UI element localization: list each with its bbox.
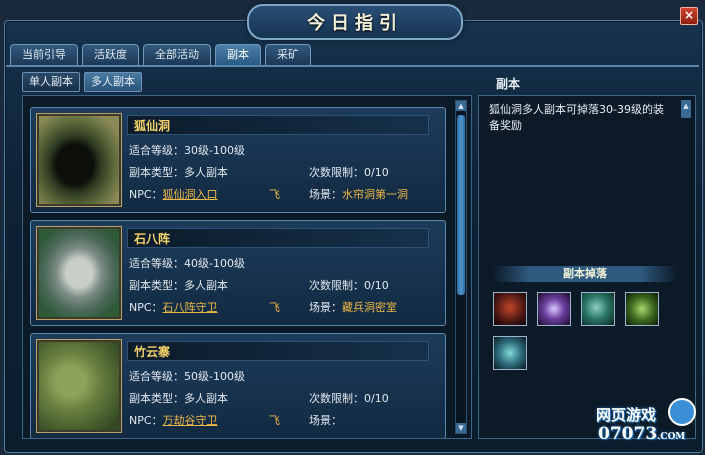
type-row: 副本类型：多人副本 — [129, 390, 228, 406]
limit-value: 0/10 — [364, 166, 389, 179]
npc-row: NPC：万劫谷守卫 — [129, 412, 218, 428]
level-label: 适合等级： — [129, 370, 184, 383]
scene-row: 场景：藏兵洞密室 — [309, 299, 397, 315]
detail-description: 狐仙洞多人副本可掉落30-39级的装备奖励 — [489, 103, 664, 132]
list-scrollbar[interactable]: ▲ ▼ — [455, 100, 467, 434]
level-label: 适合等级： — [129, 257, 184, 270]
scroll-thumb[interactable] — [457, 115, 465, 295]
dungeon-name-bar: 狐仙洞 — [127, 115, 429, 135]
watermark-line1: 网页游戏 — [596, 406, 657, 424]
level-row: 适合等级：30级-100级 — [129, 142, 245, 158]
limit-label: 次数限制： — [309, 279, 364, 292]
window-title-plate: 今日指引 — [247, 4, 463, 40]
npc-link[interactable]: 万劫谷守卫 — [163, 414, 218, 427]
limit-row: 次数限制：0/10 — [309, 164, 389, 180]
main-tabs: 当前引导 活跃度 全部活动 副本 采矿 — [10, 44, 311, 65]
dungeon-name-bar: 竹云寨 — [127, 341, 429, 361]
fly-button[interactable]: 飞 — [269, 299, 280, 315]
fly-button[interactable]: 飞 — [269, 186, 280, 202]
shoulder-item-icon[interactable] — [581, 292, 615, 326]
mascot-icon — [668, 398, 696, 426]
watermark-number: 07073 — [598, 424, 658, 444]
scroll-up-arrow-icon[interactable]: ▲ — [456, 101, 466, 111]
type-row: 副本类型：多人副本 — [129, 164, 228, 180]
dungeon-thumbnail — [36, 226, 122, 320]
watermark-suffix: .COM — [657, 432, 686, 442]
limit-label: 次数限制： — [309, 392, 364, 405]
npc-row: NPC：狐仙洞入口 — [129, 186, 218, 202]
scene-value: 藏兵洞密室 — [342, 301, 397, 314]
dungeon-card[interactable]: 竹云寨 适合等级：50级-100级 副本类型：多人副本 次数限制：0/10 NP… — [30, 333, 446, 438]
detail-panel: 狐仙洞多人副本可掉落30-39级的装备奖励 ▲ 副本掉落 — [478, 95, 696, 439]
npc-row: NPC：石八阵守卫 — [129, 299, 218, 315]
level-value: 30级-100级 — [184, 144, 245, 157]
dungeon-card[interactable]: 石八阵 适合等级：40级-100级 副本类型：多人副本 次数限制：0/10 NP… — [30, 220, 446, 326]
bracer-item-icon[interactable] — [625, 292, 659, 326]
tab-all-events[interactable]: 全部活动 — [143, 44, 211, 65]
type-value: 多人副本 — [184, 392, 228, 405]
dungeon-thumbnail — [36, 113, 122, 207]
armor-item-icon[interactable] — [493, 292, 527, 326]
limit-row: 次数限制：0/10 — [309, 277, 389, 293]
tab-current-guide[interactable]: 当前引导 — [10, 44, 78, 65]
limit-row: 次数限制：0/10 — [309, 390, 389, 406]
detail-scroll-up-icon[interactable]: ▲ — [681, 100, 691, 118]
dungeon-name: 竹云寨 — [134, 345, 171, 359]
type-label: 副本类型： — [129, 279, 184, 292]
npc-label: NPC： — [129, 301, 163, 314]
fly-button[interactable]: 飞 — [269, 412, 280, 428]
drops-title: 副本掉落 — [493, 266, 677, 282]
dungeon-list[interactable]: 狐仙洞 适合等级：30级-100级 副本类型：多人副本 次数限制：0/10 NP… — [22, 95, 472, 439]
npc-link[interactable]: 狐仙洞入口 — [163, 188, 218, 201]
level-label: 适合等级： — [129, 144, 184, 157]
scene-row: 场景： — [309, 412, 342, 428]
npc-label: NPC： — [129, 188, 163, 201]
watermark-line2: 07073.COM — [598, 424, 685, 444]
tab-activity[interactable]: 活跃度 — [82, 44, 139, 65]
level-row: 适合等级：40级-100级 — [129, 255, 245, 271]
subtab-party-dungeon[interactable]: 多人副本 — [84, 72, 142, 92]
staff-item-icon[interactable] — [537, 292, 571, 326]
scene-label: 场景： — [309, 301, 342, 314]
type-label: 副本类型： — [129, 166, 184, 179]
dungeon-name: 狐仙洞 — [134, 119, 171, 133]
window-title: 今日指引 — [307, 13, 403, 34]
subtab-solo-dungeon[interactable]: 单人副本 — [22, 72, 80, 92]
scene-row: 场景：水帘洞第一洞 — [309, 186, 408, 202]
limit-label: 次数限制： — [309, 166, 364, 179]
limit-value: 0/10 — [364, 392, 389, 405]
level-value: 50级-100级 — [184, 370, 245, 383]
scene-label: 场景： — [309, 414, 342, 427]
detail-title: 副本 — [496, 77, 521, 91]
dungeon-card[interactable]: 狐仙洞 适合等级：30级-100级 副本类型：多人副本 次数限制：0/10 NP… — [30, 107, 446, 213]
dungeon-name-bar: 石八阵 — [127, 228, 429, 248]
scroll-down-arrow-icon[interactable]: ▼ — [456, 423, 466, 433]
limit-value: 0/10 — [364, 279, 389, 292]
dungeon-subtabs: 单人副本 多人副本 — [22, 72, 142, 92]
level-row: 适合等级：50级-100级 — [129, 368, 245, 384]
close-button[interactable]: × — [680, 7, 698, 25]
tab-dungeon[interactable]: 副本 — [215, 44, 261, 65]
scene-label: 场景： — [309, 188, 342, 201]
type-row: 副本类型：多人副本 — [129, 277, 228, 293]
dungeon-thumbnail — [36, 339, 122, 433]
boots-item-icon[interactable] — [493, 336, 527, 370]
site-watermark-logo: 网页游戏 07073.COM — [596, 398, 702, 450]
npc-link[interactable]: 石八阵守卫 — [163, 301, 218, 314]
type-label: 副本类型： — [129, 392, 184, 405]
type-value: 多人副本 — [184, 279, 228, 292]
scene-value: 水帘洞第一洞 — [342, 188, 408, 201]
level-value: 40级-100级 — [184, 257, 245, 270]
dungeon-name: 石八阵 — [134, 232, 171, 246]
tab-mining[interactable]: 采矿 — [265, 44, 311, 65]
npc-label: NPC： — [129, 414, 163, 427]
tabs-divider — [6, 65, 699, 67]
type-value: 多人副本 — [184, 166, 228, 179]
